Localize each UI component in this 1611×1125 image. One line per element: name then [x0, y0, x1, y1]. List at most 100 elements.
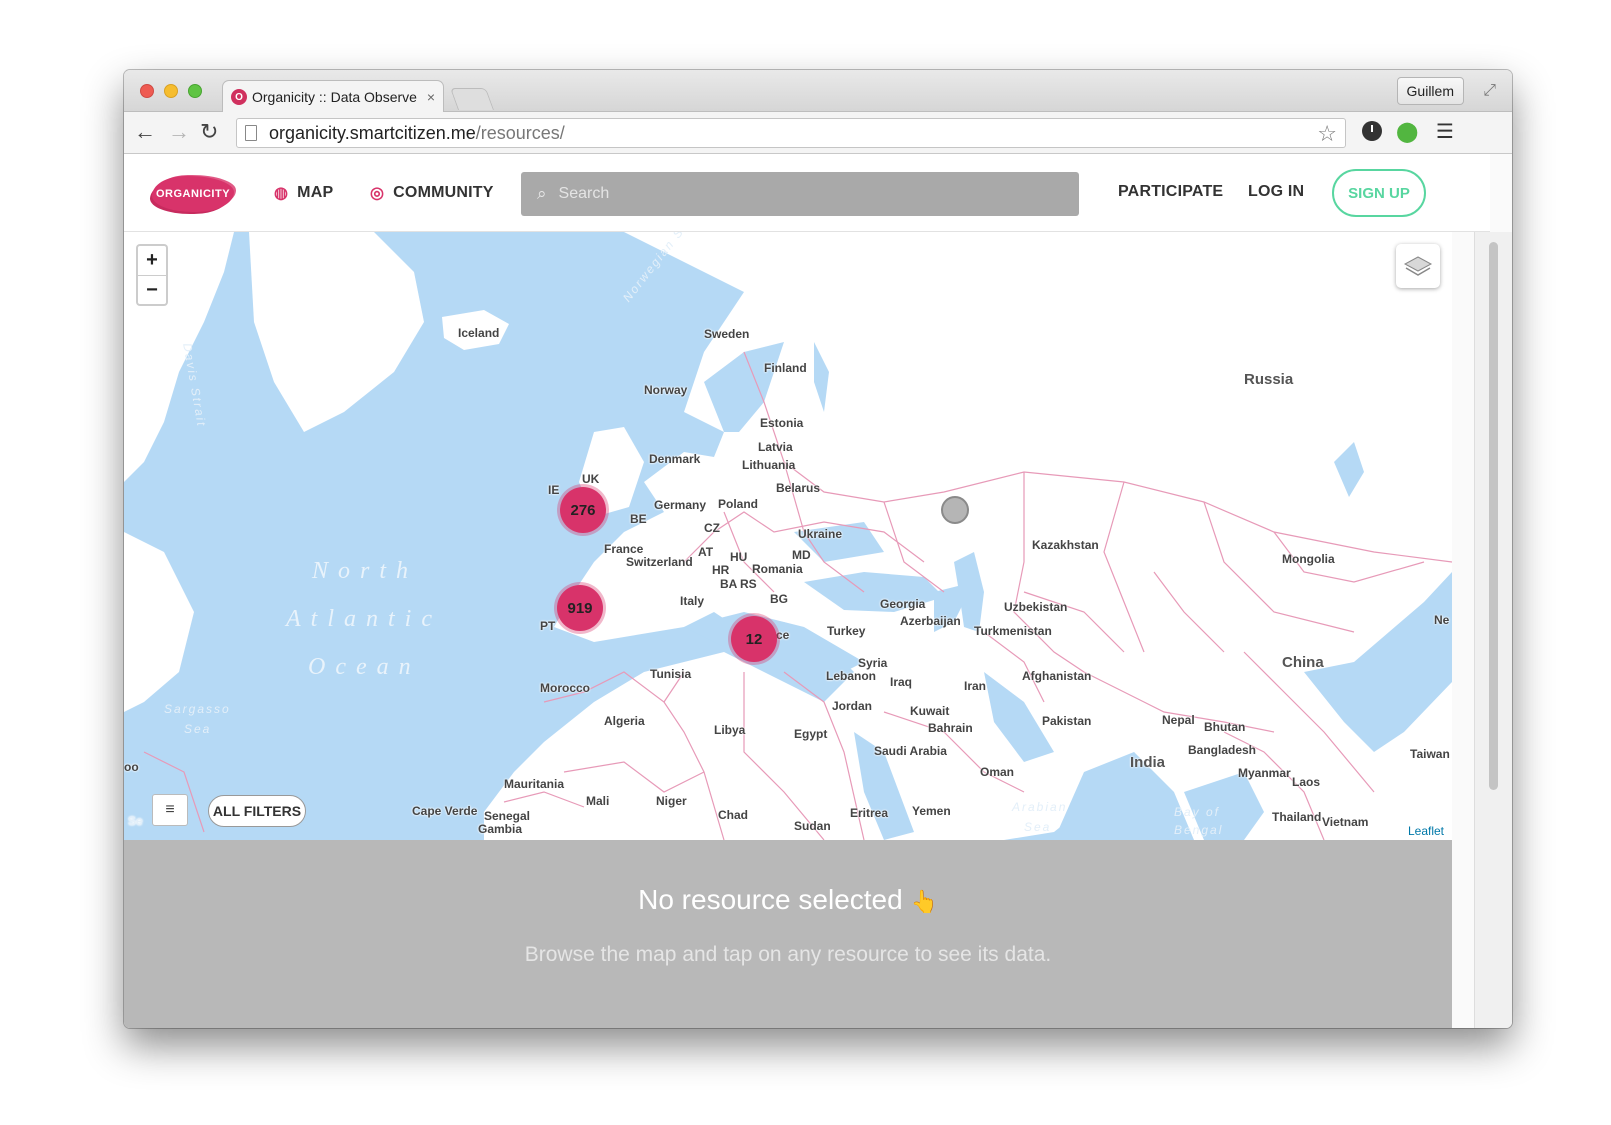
country-label: Niger — [656, 794, 687, 808]
country-label: Myanmar — [1238, 766, 1291, 780]
country-label: CZ — [704, 521, 720, 535]
country-label: Cape Verde — [412, 804, 478, 818]
signup-button[interactable]: SIGN UP — [1332, 169, 1426, 217]
country-label: Poland — [718, 497, 759, 511]
browser-window: O Organicity :: Data Observe × Guillem ⤢… — [124, 70, 1512, 1028]
browser-tab[interactable]: O Organicity :: Data Observe × — [222, 80, 444, 113]
nav-participate-link[interactable]: PARTICIPATE — [1118, 183, 1223, 201]
country-label: Afghanistan — [1022, 669, 1092, 683]
panel-title-text: No resource selected — [638, 884, 903, 915]
country-label: France — [604, 542, 644, 556]
country-label: Laos — [1292, 775, 1321, 789]
country-label: AT — [698, 545, 714, 559]
map-view[interactable]: North Atlantic Ocean Sargasso Sea Arabia… — [124, 232, 1452, 840]
url-host: organicity.smartcitizen.me — [269, 122, 476, 143]
fullscreen-icon[interactable]: ⤢ — [1483, 82, 1496, 100]
browser-toolbar: ← → ↻ organicity.smartcitizen.me/resourc… — [124, 112, 1512, 154]
country-label: Algeria — [604, 714, 645, 728]
country-label: Lebanon — [826, 669, 876, 683]
sea-label: Sea — [1024, 820, 1052, 834]
nav-community-link[interactable]: ◎ COMMUNITY — [370, 183, 494, 203]
country-label: PT — [540, 619, 556, 633]
country-label: BA — [720, 577, 738, 591]
country-label: Norway — [644, 383, 688, 397]
ocean-label: North — [312, 558, 419, 584]
page-scrollbar[interactable] — [1474, 232, 1512, 1028]
country-label: Mauritania — [504, 777, 565, 791]
all-filters-button[interactable]: ALL FILTERS — [208, 795, 306, 827]
resource-cluster-marker[interactable]: 12 — [731, 616, 777, 662]
zoom-control: + − — [136, 244, 168, 306]
country-label: Denmark — [649, 452, 701, 466]
profile-button[interactable]: Guillem — [1396, 77, 1464, 105]
country-label: MD — [792, 548, 811, 562]
history-clock-icon[interactable] — [1362, 121, 1382, 141]
nav-community-label: COMMUNITY — [393, 184, 494, 201]
country-label: Turkey — [827, 624, 866, 638]
reload-icon[interactable]: ↻ — [200, 121, 218, 143]
country-label: Kazakhstan — [1032, 538, 1099, 552]
organicity-favicon-icon: O — [231, 89, 247, 105]
country-label: Azerbaijan — [900, 614, 961, 628]
country-label: Mongolia — [1282, 552, 1335, 566]
address-bar[interactable]: organicity.smartcitizen.me/resources/ ☆ — [236, 118, 1346, 148]
minimize-window-button[interactable] — [164, 84, 178, 98]
country-label: Romania — [752, 562, 803, 576]
nav-map-label: MAP — [297, 184, 334, 201]
panel-title: No resource selected 👆 — [124, 884, 1452, 916]
organicity-logo[interactable]: ORGANICITY — [152, 176, 234, 212]
country-label: Sudan — [794, 819, 831, 833]
country-label: Syria — [858, 656, 888, 670]
leaflet-attribution-link[interactable]: Leaflet — [1403, 824, 1448, 838]
search-input[interactable] — [558, 185, 1039, 203]
country-label: Tunisia — [650, 667, 692, 681]
country-label: Lithuania — [742, 458, 796, 472]
country-label: Sweden — [704, 327, 750, 341]
country-label: Latvia — [758, 440, 793, 454]
country-label: Iceland — [458, 326, 500, 340]
filter-icon[interactable]: ≡ — [152, 794, 188, 826]
layers-button[interactable] — [1396, 244, 1440, 288]
resource-cluster-marker[interactable]: 276 — [560, 487, 606, 533]
community-icon: ◎ — [370, 185, 385, 202]
resource-cluster-marker[interactable]: 919 — [557, 585, 603, 631]
country-label: Ne — [1434, 613, 1450, 627]
browser-menu-icon[interactable]: ☰ — [1436, 121, 1454, 143]
scrollbar-thumb[interactable] — [1489, 242, 1498, 790]
nav-map-link[interactable]: ◍ MAP — [274, 183, 333, 203]
bookmark-star-icon[interactable]: ☆ — [1317, 121, 1337, 147]
country-label: Uzbekistan — [1004, 600, 1068, 614]
globe-icon: ◍ — [274, 185, 289, 202]
country-label: Nepal — [1162, 713, 1195, 727]
country-label: Bahrain — [928, 721, 973, 735]
new-tab-button[interactable] — [449, 88, 495, 110]
search-icon: ⌕ — [537, 184, 547, 203]
sea-label: Bay of — [1174, 805, 1221, 819]
tab-close-icon[interactable]: × — [427, 89, 435, 105]
nav-login-link[interactable]: LOG IN — [1248, 183, 1304, 201]
country-label: Thailand — [1272, 810, 1322, 824]
ocean-label: Ocean — [308, 654, 421, 680]
layers-icon — [1403, 256, 1433, 276]
url-path: /resources/ — [475, 122, 565, 143]
country-label: Bangladesh — [1188, 743, 1257, 757]
sensor-marker[interactable] — [941, 496, 969, 524]
zoom-window-button[interactable] — [188, 84, 202, 98]
sea-label: Se — [128, 814, 143, 828]
page-icon — [245, 125, 257, 141]
country-label: Taiwan — [1410, 747, 1450, 761]
search-box[interactable]: ⌕ — [521, 172, 1079, 216]
resource-panel: No resource selected 👆 Browse the map an… — [124, 840, 1452, 1028]
country-label: Chad — [718, 808, 748, 822]
close-window-button[interactable] — [140, 84, 154, 98]
back-arrow-icon[interactable]: ← — [134, 121, 156, 143]
panel-description: Browse the map and tap on any resource t… — [524, 943, 1052, 966]
country-label: Senegal — [484, 809, 531, 823]
forward-arrow-icon[interactable]: → — [168, 121, 190, 143]
country-label: Italy — [680, 594, 705, 608]
extension-icon[interactable]: ⬤ — [1396, 121, 1418, 143]
zoom-in-button[interactable]: + — [138, 246, 166, 275]
pointer-hand-icon: 👆 — [910, 889, 938, 914]
zoom-out-button[interactable]: − — [138, 275, 166, 304]
country-label: Bhutan — [1204, 720, 1246, 734]
